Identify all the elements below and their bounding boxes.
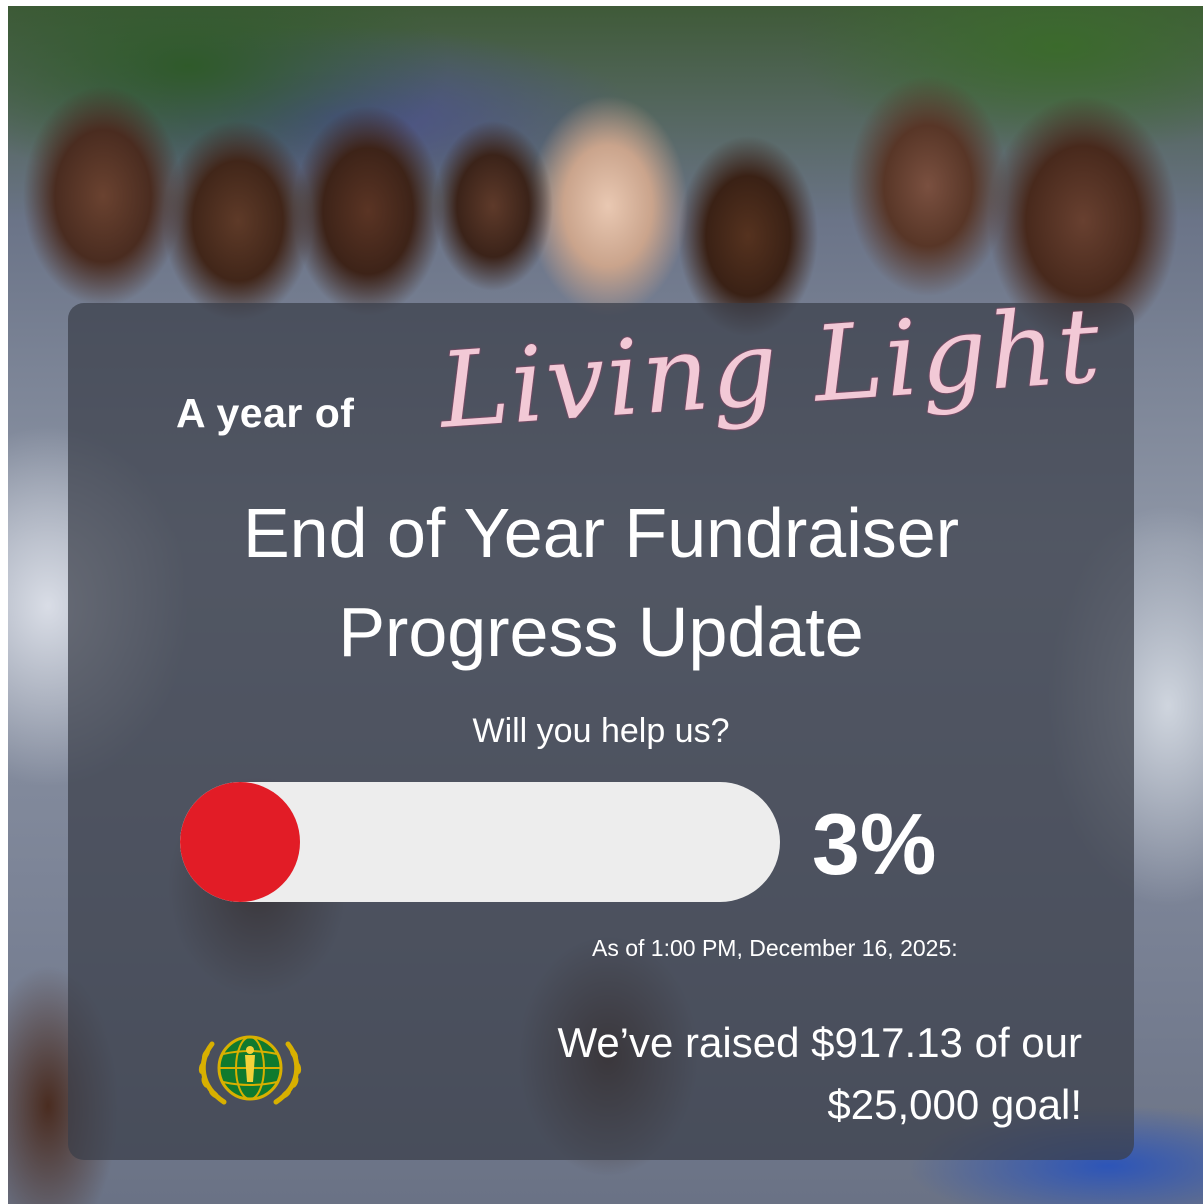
raised-line-2: $25,000 goal! xyxy=(827,1081,1082,1128)
raised-line-1: We’ve raised $917.13 of our xyxy=(557,1019,1082,1066)
ask-text: Will you help us? xyxy=(472,712,730,750)
raised-summary: We’ve raised $917.13 of our $25,000 goal… xyxy=(432,1012,1082,1136)
progress-bar xyxy=(180,782,780,902)
progress-percent: 3% xyxy=(812,797,937,893)
title-line-1: End of Year Fundraiser xyxy=(242,494,960,572)
kicker-text: A year of xyxy=(176,390,355,436)
as-of-timestamp: As of 1:00 PM, December 16, 2025: xyxy=(592,935,958,961)
globe-wreath-emblem-icon xyxy=(190,1024,310,1114)
progress-bar-fill xyxy=(180,782,300,902)
title-line-2: Progress Update xyxy=(338,593,864,671)
